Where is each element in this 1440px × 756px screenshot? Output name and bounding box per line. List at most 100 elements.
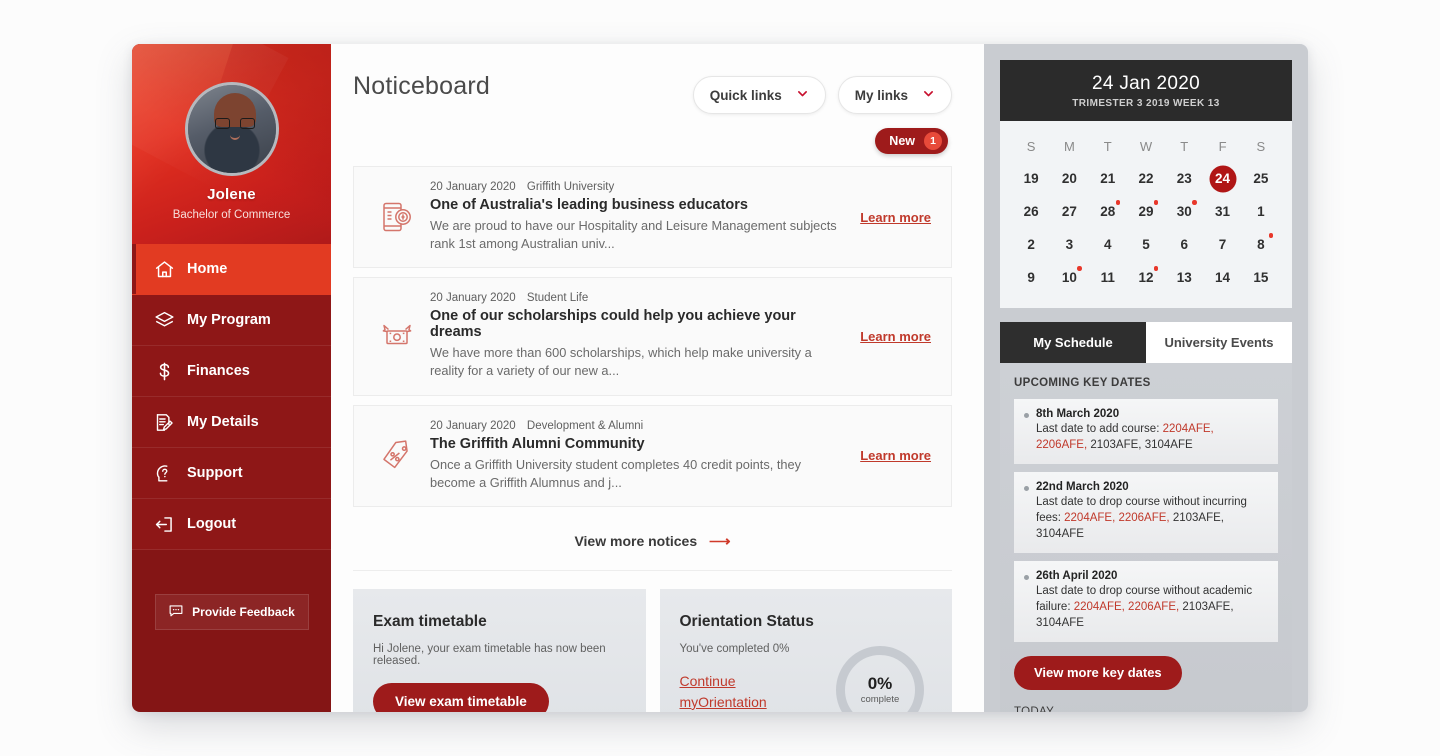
calendar-dow: F [1218,139,1227,154]
calendar-day-number: 23 [1176,171,1192,186]
calendar-day-number: 31 [1215,204,1231,219]
calendar-day[interactable]: 21 [1089,162,1127,195]
sidebar-item-finances[interactable]: Finances [132,346,331,397]
key-date-date: 26th April 2020 [1036,569,1118,582]
notice-date: 20 January 2020 [430,419,516,432]
calendar-widget: 24 Jan 2020 TRIMESTER 3 2019 WEEK 13 S M… [1000,60,1292,308]
notice-card[interactable]: 20 January 2020 Griffith University One … [353,166,952,269]
notice-text: 20 January 2020 Student Life One of our … [420,292,860,380]
calendar-day-number: 14 [1215,270,1231,285]
calendar-day[interactable]: 9 [1012,261,1050,294]
calendar-dow-row: S M T W T F S [1012,131,1280,162]
calendar-dow: T [1180,139,1189,154]
calendar-day[interactable]: 10 [1050,261,1088,294]
view-more-key-dates-button[interactable]: View more key dates [1014,655,1182,690]
calendar-day-number: 26 [1023,204,1039,219]
calendar-day[interactable]: 1 [1242,195,1280,228]
calendar-event-dot [1115,200,1121,205]
key-date-item[interactable]: 22nd March 2020 Last date to drop course … [1014,471,1278,553]
calendar-day[interactable]: 3 [1050,228,1088,261]
calendar-day[interactable]: 15 [1242,261,1280,294]
provide-feedback-label: Provide Feedback [192,605,295,619]
view-more-notices-button[interactable]: View more notices ⟶ [353,516,952,571]
quick-links-dropdown[interactable]: Quick links [692,76,826,114]
key-date-description: Last date to add course: 2204AFE, 2206AF… [1036,423,1214,452]
my-links-label: My links [854,87,908,103]
calendar-day[interactable]: 2 [1012,228,1050,261]
sidebar-item-my-program[interactable]: My Program [132,295,331,346]
notice-date: 20 January 2020 [430,181,516,193]
sidebar-item-label: Home [187,261,228,277]
learn-more-link[interactable]: Learn more [860,329,931,344]
notice-card[interactable]: 20 January 2020 Student Life One of our … [353,277,952,396]
notice-text: 20 January 2020 Griffith University One … [420,181,860,253]
notice-meta: 20 January 2020 Griffith University [430,181,848,193]
calendar-event-dot [1153,266,1159,271]
upcoming-key-dates-heading: UPCOMING KEY DATES [1014,377,1151,389]
tab-my-schedule[interactable]: My Schedule [1000,322,1146,363]
calendar-day[interactable]: 26 [1012,195,1050,228]
calendar-day-today[interactable]: 24 [1203,162,1241,195]
notice-card[interactable]: 20 January 2020 Development & Alumni The… [353,404,952,507]
main-header: Noticeboard Quick links My links [353,72,952,114]
key-date-date: 22nd March 2020 [1036,480,1129,493]
sidebar-nav: Home My Program Finances My Details Supp… [132,244,331,550]
calendar-day-number: 12 [1138,270,1154,285]
calendar-day[interactable]: 20 [1050,162,1088,195]
calendar-day[interactable]: 11 [1089,261,1127,294]
header-buttons: Quick links My links [692,72,952,114]
calendar-day-number: 29 [1138,204,1154,219]
sidebar-item-logout[interactable]: Logout [132,499,331,550]
calendar-header: 24 Jan 2020 TRIMESTER 3 2019 WEEK 13 [1000,60,1292,121]
notice-meta: 20 January 2020 Student Life [430,292,848,304]
tab-university-events[interactable]: University Events [1146,322,1292,363]
calendar-day-number: 7 [1218,237,1227,252]
document-edit-icon [154,412,175,433]
calendar-day[interactable]: 8 [1242,228,1280,261]
calendar-day[interactable]: 28 [1089,195,1127,228]
learn-more-link[interactable]: Learn more [860,448,931,463]
calendar-day-number: 25 [1253,171,1269,186]
view-exam-timetable-button[interactable]: View exam timetable [373,682,549,712]
avatar[interactable] [184,82,279,176]
calendar-day[interactable]: 22 [1127,162,1165,195]
notice-list: 20 January 2020 Griffith University One … [353,166,952,507]
sidebar: Jolene Bachelor of Commerce Home My Prog… [132,44,331,712]
schedule-tabs: My Schedule University Events [1000,322,1292,363]
my-links-dropdown[interactable]: My links [837,76,952,114]
notice-title: One of Australia's leading business educ… [430,197,748,213]
calendar-day[interactable]: 6 [1165,228,1203,261]
calendar-dow: T [1103,139,1112,154]
learn-more-link[interactable]: Learn more [860,210,931,225]
calendar-day[interactable]: 27 [1050,195,1088,228]
calendar-day[interactable]: 31 [1203,195,1241,228]
sidebar-item-my-details[interactable]: My Details [132,397,331,448]
calendar-weeks: 19 20 21 22 23 24 25 26 27 28 29 30 31 1 2 3 4 5 6 7 8 9 10 11 1… [1012,162,1280,294]
calendar-day[interactable]: 12 [1127,261,1165,294]
calendar-day[interactable]: 4 [1089,228,1127,261]
calendar-day[interactable]: 7 [1203,228,1241,261]
calendar-day[interactable]: 23 [1165,162,1203,195]
status-badge[interactable]: New 1 [875,128,948,154]
key-date-item[interactable]: 8th March 2020 Last date to add course: 2… [1014,399,1278,464]
sidebar-item-label: Support [187,465,243,481]
calendar-day[interactable]: 19 [1012,162,1050,195]
calendar-day-number: 4 [1103,237,1112,252]
calendar-day[interactable]: 13 [1165,261,1203,294]
calendar-day[interactable]: 14 [1203,261,1241,294]
sidebar-item-support[interactable]: Support [132,448,331,499]
notice-body: We are proud to have our Hospitality and… [430,218,837,252]
calendar-day-number: 8 [1257,237,1265,252]
calendar-event-dot [1077,266,1082,271]
key-date-item[interactable]: 26th April 2020 Last date to drop course … [1014,560,1278,642]
key-dates-list: 8th March 2020 Last date to add course: 2… [1014,399,1278,642]
calendar-day[interactable]: 29 [1127,195,1165,228]
user-program: Bachelor of Commerce [172,209,291,221]
provide-feedback-button[interactable]: Provide Feedback [154,594,309,630]
calendar-day[interactable]: 5 [1127,228,1165,261]
calendar-day[interactable]: 30 [1165,195,1203,228]
calendar-date-title: 24 Jan 2020 [1092,73,1200,94]
calendar-day-number: 21 [1100,171,1116,186]
sidebar-item-home[interactable]: Home [132,244,331,295]
calendar-day[interactable]: 25 [1242,162,1280,195]
